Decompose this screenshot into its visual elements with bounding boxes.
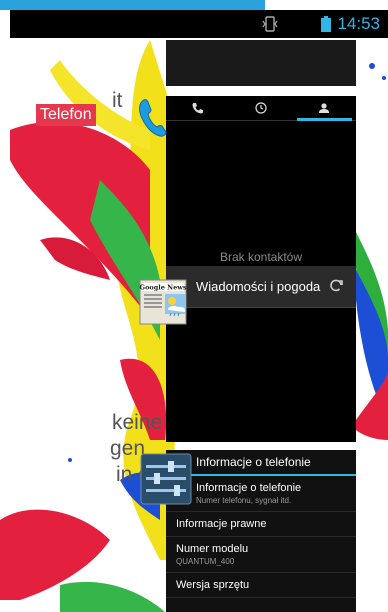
settings-row-title: Numer modelu [176,543,249,555]
status-clock: 14:53 [337,14,380,33]
settings-row-title: Informacje prawne [176,518,267,530]
settings-icon[interactable] [140,453,192,505]
google-news-icon-label: Google News [140,284,187,292]
phone-icon [192,103,203,114]
tab-contacts[interactable] [293,96,356,121]
settings-row[interactable]: Informacje prawne [166,512,356,537]
settings-header: Informacje o telefonie [166,450,356,476]
settings-row-subtitle: QUANTUM_400 [176,557,235,566]
phone-tab-bar [166,96,356,121]
recent-app-card-news[interactable]: Wiadomości i pogoda [166,266,356,442]
empty-contacts-text: Brak kontaktów [219,250,303,264]
tab-recent[interactable] [229,96,292,120]
settings-row[interactable]: Numer modelu QUANTUM_400 [166,537,356,573]
recent-app-card-phone[interactable]: Brak kontaktów [166,96,356,266]
news-app-title: Wiadomości i pogoda [196,279,321,294]
vibrate-icon [262,16,278,32]
google-news-icon[interactable]: Google News [138,276,192,332]
top-accent-bar [0,0,265,10]
settings-row[interactable]: Wersja sprzętu [166,573,356,598]
bg-text-line1: keine [112,411,163,434]
refresh-icon[interactable] [328,278,344,294]
bg-text-fragment: it [112,89,123,112]
recent-app-card-top[interactable] [166,40,356,86]
settings-row[interactable]: Informacje o telefonie Numer telefonu, s… [166,476,356,512]
settings-row-subtitle: Numer telefonu, sygnał itd. [196,496,292,505]
bg-telefon-label: Telefon [36,104,96,126]
phone-app-icon[interactable] [138,98,168,138]
clock-icon [255,102,267,114]
tab-dialer[interactable] [166,96,229,120]
recent-app-card-settings[interactable]: Informacje o telefonie Informacje o tele… [166,450,356,612]
settings-row-title: Wersja sprzętu [176,579,250,591]
battery-icon [321,16,332,32]
settings-row-title: Informacje o telefonie [196,482,302,494]
status-bar: 14:53 [10,10,388,38]
contacts-icon [319,103,330,113]
